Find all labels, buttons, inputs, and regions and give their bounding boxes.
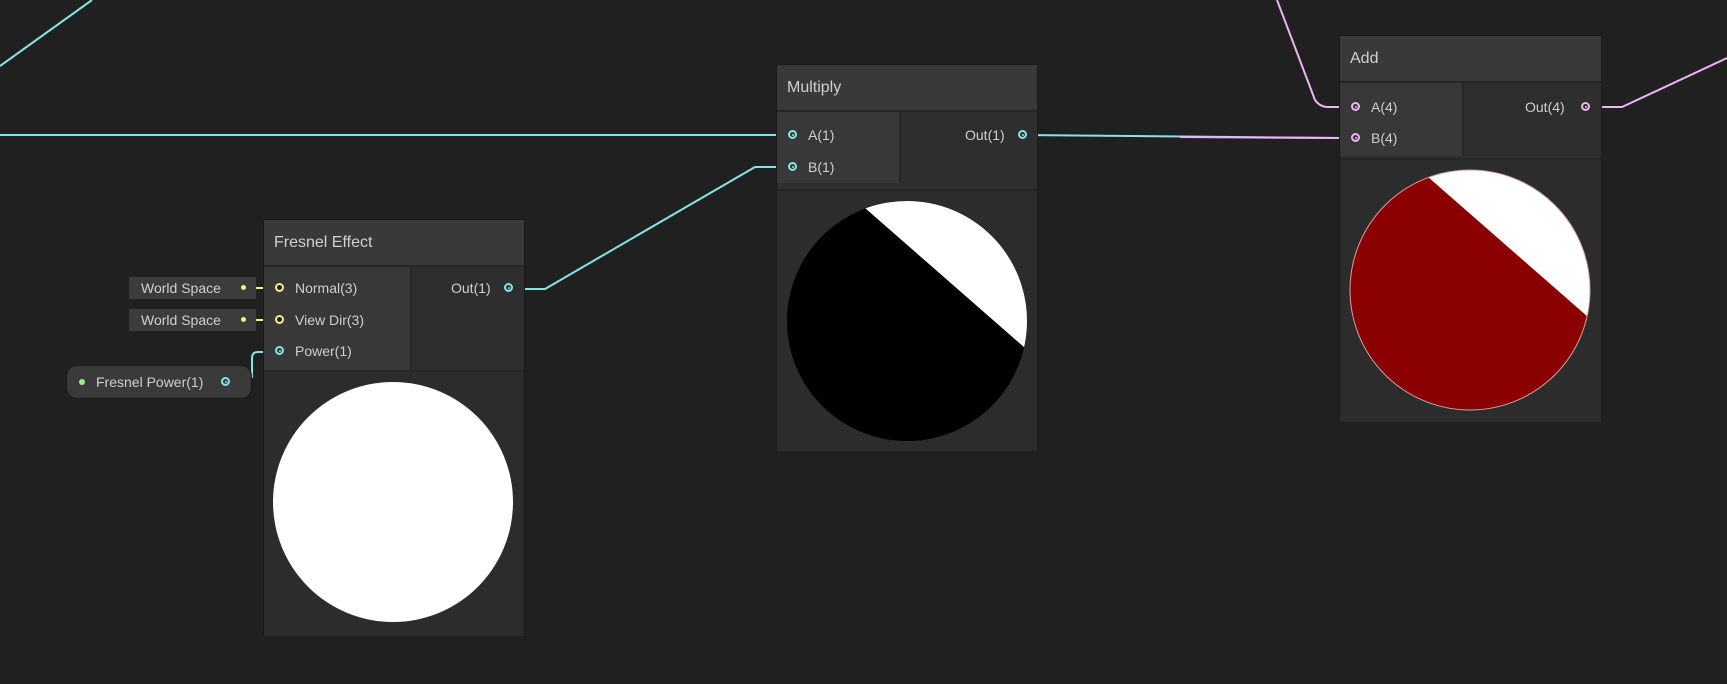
port-normal: Normal(3) [295, 280, 358, 296]
port-out: Out(1) [451, 280, 491, 296]
preview-sphere-icon [787, 201, 1027, 441]
output-column: Out(1) [901, 112, 1037, 183]
node-title[interactable]: Fresnel Effect [264, 220, 524, 267]
port-b: B(4) [1371, 130, 1398, 146]
fresnel-effect-node[interactable]: Fresnel Effect Normal(3) View Dir(3) Pow… [264, 220, 524, 636]
node-preview [264, 370, 524, 636]
out-port-icon[interactable] [504, 283, 513, 292]
viewdir-default-dot-icon [241, 317, 246, 322]
node-title[interactable]: Add [1340, 36, 1601, 83]
port-out: Out(1) [965, 127, 1005, 143]
viewdir-default-field[interactable]: World Space [129, 309, 256, 331]
preview-sphere-icon [273, 382, 513, 622]
port-viewdir: View Dir(3) [295, 312, 364, 328]
wire-fresnel-to-multiply-b[interactable] [508, 166, 792, 290]
wire-multiply-to-add-b-tint [1179, 136, 1341, 139]
property-label: Fresnel Power(1) [96, 374, 204, 390]
add-node[interactable]: Add A(4) B(4) Out(4) [1340, 36, 1601, 422]
port-a: A(4) [1371, 99, 1398, 115]
out-port-icon[interactable] [1581, 102, 1590, 111]
power-port-icon[interactable] [275, 346, 284, 355]
node-preview [1340, 158, 1601, 422]
port-b: B(1) [808, 159, 835, 175]
normal-default-field[interactable]: World Space [129, 277, 256, 299]
input-column: A(1) B(1) [777, 112, 901, 183]
property-out-port-icon[interactable] [221, 377, 230, 386]
input-column: Normal(3) View Dir(3) Power(1) [264, 267, 412, 370]
viewdir-default-label: World Space [141, 312, 221, 328]
output-column: Out(1) [412, 267, 524, 370]
a-port-icon[interactable] [1351, 102, 1360, 111]
property-dot-icon [79, 379, 85, 385]
b-port-icon[interactable] [788, 162, 797, 171]
multiply-node[interactable]: Multiply A(1) B(1) Out(1) [777, 65, 1037, 451]
wire-add-out-right[interactable] [1585, 57, 1727, 108]
viewdir-port-icon[interactable] [275, 315, 284, 324]
normal-default-label: World Space [141, 280, 221, 296]
preview-sphere-icon [1349, 169, 1591, 411]
port-a: A(1) [808, 127, 835, 143]
output-column: Out(4) [1464, 83, 1601, 156]
b-port-icon[interactable] [1351, 133, 1360, 142]
out-port-icon[interactable] [1018, 130, 1027, 139]
node-preview [777, 189, 1037, 451]
fresnel-power-property-node[interactable]: Fresnel Power(1) [67, 366, 251, 398]
a-port-icon[interactable] [788, 130, 797, 139]
port-out: Out(4) [1525, 99, 1565, 115]
node-title[interactable]: Multiply [777, 65, 1037, 112]
normal-port-icon[interactable] [275, 283, 284, 292]
input-column: A(4) B(4) [1340, 83, 1464, 156]
wire-top-left[interactable] [0, 0, 93, 67]
port-power: Power(1) [295, 343, 352, 359]
normal-default-dot-icon [241, 285, 246, 290]
